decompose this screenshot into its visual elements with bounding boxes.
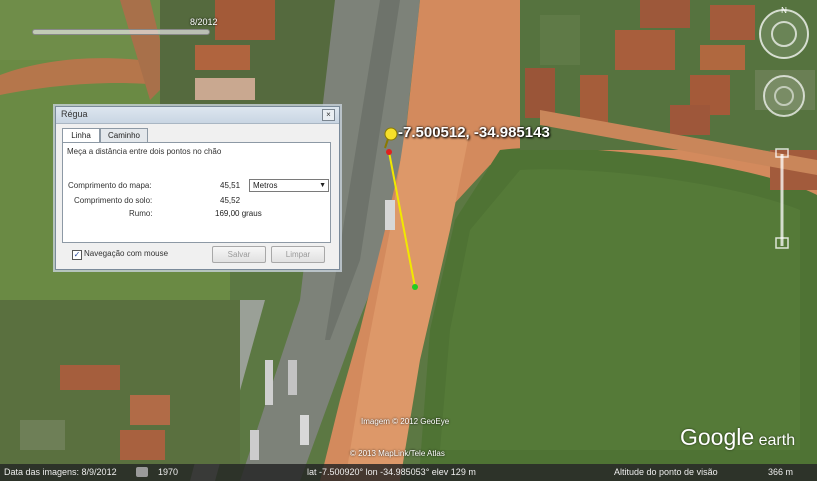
eye-altitude-label: Altitude do ponto de visão — [614, 467, 718, 477]
instruction-text: Meça a distância entre dois pontos no ch… — [67, 147, 222, 156]
timeline-date-label: 8/2012 — [190, 17, 218, 27]
mouse-navigation-label[interactable]: Navegação com mouse — [84, 249, 168, 258]
dropdown-arrow-icon[interactable]: ▼ — [319, 180, 326, 191]
heading-label: Rumo: — [129, 209, 153, 218]
status-bar: Data das imagens: 8/9/2012 1970 lat -7.5… — [0, 464, 817, 481]
eye-altitude-value: 366 m — [768, 467, 794, 477]
dialog-panel: Meça a distância entre dois pontos no ch… — [62, 142, 331, 243]
unit-select-value: Metros — [253, 181, 278, 190]
zoom-slider-icon[interactable] — [775, 148, 789, 249]
clear-button[interactable]: Limpar — [271, 246, 325, 263]
dialog-titlebar[interactable]: Régua × — [56, 107, 339, 124]
logo-google-text: Google — [680, 424, 755, 450]
map-length-label: Comprimento do mapa: — [68, 181, 152, 190]
satellite-map-view[interactable]: -7.500512, -34.985143 8/2012 N Régua × L… — [0, 0, 817, 481]
yellow-pushpin-icon[interactable] — [384, 127, 398, 149]
historical-imagery-icon[interactable] — [136, 467, 148, 477]
look-joystick-icon[interactable] — [763, 75, 805, 117]
logo-earth-text: earth — [758, 432, 796, 449]
dialog-title: Régua — [61, 109, 88, 119]
ruler-line — [388, 151, 416, 288]
svg-text:N: N — [781, 6, 787, 15]
timeline-slider[interactable]: 8/2012 — [22, 17, 222, 39]
imagery-credit: Imagem © 2012 GeoEye — [361, 417, 450, 426]
placemark-label[interactable]: -7.500512, -34.985143 — [398, 124, 550, 141]
map-length-value: 45,51 — [220, 181, 241, 190]
ground-length-value: 45,52 — [220, 196, 241, 205]
ground-length-label: Comprimento do solo: — [74, 196, 153, 205]
compass-icon[interactable]: N — [759, 6, 809, 59]
heading-value: 169,00 graus — [215, 209, 262, 218]
navigation-controls[interactable]: N — [757, 4, 817, 254]
ruler-end-point[interactable] — [412, 284, 418, 290]
unit-select[interactable]: Metros ▼ — [249, 179, 329, 192]
google-earth-logo: Google earth — [680, 424, 795, 451]
tab-caminho[interactable]: Caminho — [100, 128, 148, 143]
data-credit: © 2013 MapLink/Tele Atlas — [350, 449, 445, 458]
checkbox-icon[interactable]: ✓ — [72, 250, 82, 260]
timeline-year: 1970 — [158, 467, 179, 477]
close-icon[interactable]: × — [322, 109, 335, 121]
ruler-start-point[interactable] — [386, 149, 392, 155]
timeline-track[interactable] — [32, 29, 210, 35]
imagery-date: Data das imagens: 8/9/2012 — [4, 467, 117, 477]
ruler-dialog[interactable]: Régua × Linha Caminho Meça a distância e… — [55, 106, 340, 270]
cursor-position: lat -7.500920° lon -34.985053° elev 129 … — [307, 467, 476, 477]
save-button[interactable]: Salvar — [212, 246, 266, 263]
